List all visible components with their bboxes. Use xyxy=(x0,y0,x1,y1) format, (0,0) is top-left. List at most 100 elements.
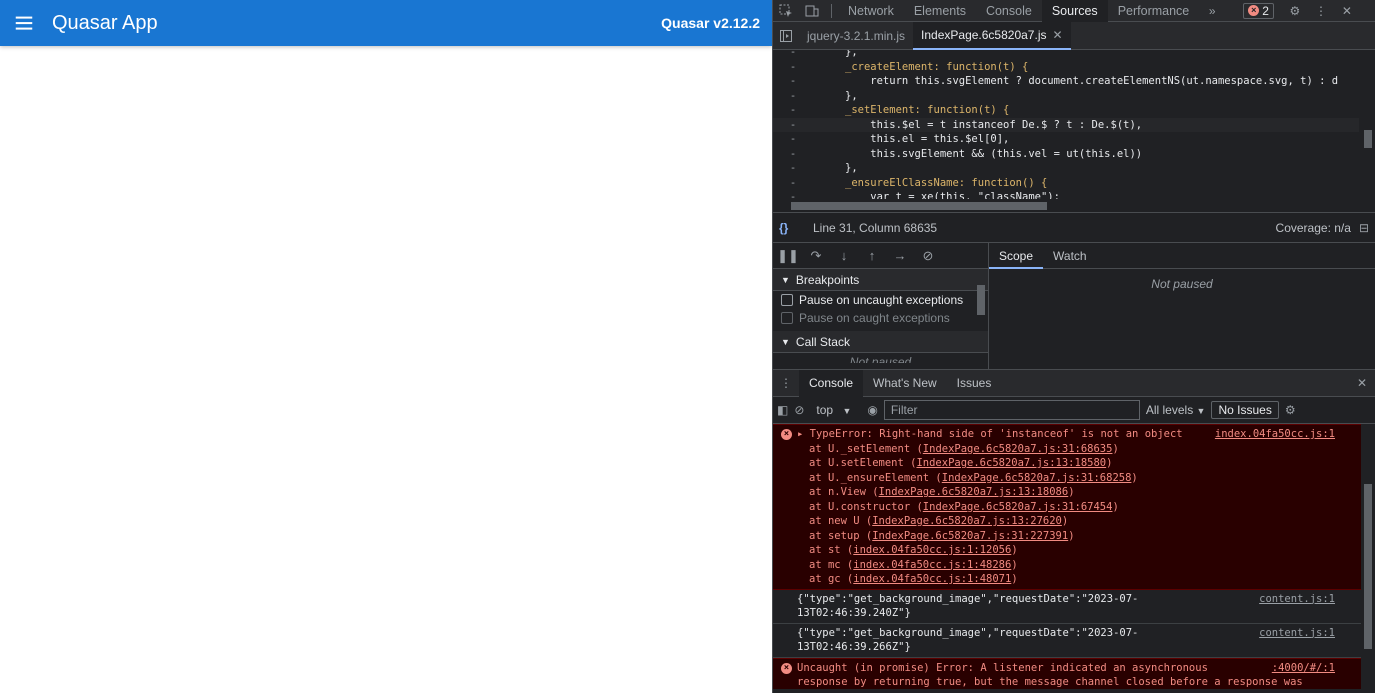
tab-performance[interactable]: Performance xyxy=(1108,0,1200,22)
drawer-menu-icon[interactable]: ⋮ xyxy=(773,372,799,394)
scrollbar-thumb[interactable] xyxy=(791,202,1047,210)
code-line: - _ensureElClassName: function() { xyxy=(789,176,1048,189)
stack-frame-link[interactable]: index.04fa50cc.js:1:12056 xyxy=(853,544,1011,556)
debugger-pane: ❚❚ ↷ ↓ ↑ → ⊘ ▼ Breakpoints Pause on unca… xyxy=(773,242,1375,370)
more-options-icon[interactable]: ⋮ xyxy=(1308,0,1334,22)
console-scrollbar[interactable] xyxy=(1361,424,1375,689)
tab-watch[interactable]: Watch xyxy=(1043,243,1097,269)
console-settings-gear-icon[interactable]: ⚙ xyxy=(1285,403,1296,417)
debugger-sidebar: ❚❚ ↷ ↓ ↑ → ⊘ ▼ Breakpoints Pause on unca… xyxy=(773,243,989,369)
console-log-message[interactable]: {"type":"get_background_image","requestD… xyxy=(773,590,1375,624)
toolbar-divider xyxy=(831,3,832,18)
close-devtools-icon[interactable]: ✕ xyxy=(1334,0,1360,22)
console-error-message[interactable]: × Uncaught (in promise) Error: A listene… xyxy=(773,657,1375,689)
stack-frame-link[interactable]: IndexPage.6c5820a7.js:13:18580 xyxy=(916,457,1106,469)
close-file-tab-icon[interactable]: ✕ xyxy=(1052,21,1062,49)
error-count-badge[interactable]: × 2 xyxy=(1243,2,1274,19)
error-source-link[interactable]: :4000/#/:1 xyxy=(1272,661,1335,676)
code-line: - this.svgElement && (this.vel = ut(this… xyxy=(789,147,1143,160)
stack-frame-function: at n.View ( xyxy=(809,486,879,498)
pause-caught-option[interactable]: Pause on caught exceptions xyxy=(773,309,988,327)
stack-frame-link[interactable]: IndexPage.6c5820a7.js:31:227391 xyxy=(872,530,1068,542)
stack-frame-link[interactable]: IndexPage.6c5820a7.js:31:68258 xyxy=(942,472,1132,484)
stack-frame-function: at U.setElement ( xyxy=(809,457,917,469)
console-sidebar-icon[interactable]: ◧ xyxy=(777,403,788,417)
code-editor[interactable]: -}, - _createElement: function(t) { - ret… xyxy=(773,50,1375,199)
scope-tabs: Scope Watch xyxy=(989,242,1375,269)
stack-frame: at mc (index.04fa50cc.js:1:48286) xyxy=(797,558,1359,573)
tab-sources[interactable]: Sources xyxy=(1041,0,1108,22)
drawer-tab-issues[interactable]: Issues xyxy=(947,370,1002,397)
call-stack-state: Not paused xyxy=(849,355,912,363)
file-tab-jquery[interactable]: jquery-3.2.1.min.js xyxy=(799,22,913,50)
tab-elements[interactable]: Elements xyxy=(904,0,976,22)
stack-frame: at gc (index.04fa50cc.js:1:48071) xyxy=(797,572,1359,587)
app-header: Quasar App Quasar v2.12.2 xyxy=(0,0,772,46)
stack-frame: at n.View (IndexPage.6c5820a7.js:13:1808… xyxy=(797,485,1359,500)
step-over-icon[interactable]: ↷ xyxy=(805,248,827,264)
pause-uncaught-option[interactable]: Pause on uncaught exceptions xyxy=(773,291,988,309)
log-source-link[interactable]: content.js:1 xyxy=(1259,592,1335,607)
tab-scope[interactable]: Scope xyxy=(989,242,1044,269)
toggle-navigator-icon[interactable] xyxy=(773,25,799,47)
editor-horizontal-scrollbar[interactable] xyxy=(773,199,1375,213)
context-selector[interactable]: top ▼ xyxy=(816,403,851,417)
pause-icon[interactable]: ❚❚ xyxy=(777,248,799,264)
device-toolbar-icon[interactable] xyxy=(799,0,825,22)
stack-frame-link[interactable]: IndexPage.6c5820a7.js:31:67454 xyxy=(923,501,1113,513)
console-filter-input[interactable] xyxy=(883,400,1140,420)
log-text-line: 13T02:46:39.240Z"} xyxy=(797,607,911,619)
console-log-message[interactable]: {"type":"get_background_image","requestD… xyxy=(773,624,1375,658)
tab-network[interactable]: Network xyxy=(838,0,904,22)
live-expression-eye-icon[interactable]: ◉ xyxy=(867,403,877,417)
close-drawer-icon[interactable]: ✕ xyxy=(1349,372,1375,394)
checkbox[interactable] xyxy=(781,294,793,306)
stack-frame-link[interactable]: IndexPage.6c5820a7.js:13:18086 xyxy=(879,486,1069,498)
file-tab-indexpage[interactable]: IndexPage.6c5820a7.js ✕ xyxy=(913,21,1071,50)
pretty-print-icon[interactable]: {} xyxy=(779,221,799,235)
devtools-toolbar: Network Elements Console Sources Perform… xyxy=(773,0,1375,22)
stack-frame: at new U (IndexPage.6c5820a7.js:13:27620… xyxy=(797,514,1359,529)
stack-frame-close: ) xyxy=(1068,486,1075,498)
more-tabs-chevron-icon[interactable]: » xyxy=(1199,0,1225,22)
editor-vertical-scrollbar[interactable] xyxy=(1361,50,1375,199)
debugger-controls: ❚❚ ↷ ↓ ↑ → ⊘ xyxy=(773,243,988,269)
drawer-tab-whats-new[interactable]: What's New xyxy=(863,370,947,397)
error-source-link[interactable]: index.04fa50cc.js:1 xyxy=(1215,427,1335,442)
checkbox[interactable] xyxy=(781,312,793,324)
call-stack-header[interactable]: ▼ Call Stack xyxy=(773,331,988,353)
stack-frame-close: ) xyxy=(1011,573,1018,585)
console-error-message[interactable]: × ▸ TypeError: Right-hand side of 'insta… xyxy=(773,424,1375,590)
issues-button[interactable]: No Issues xyxy=(1211,401,1279,419)
settings-gear-icon[interactable]: ⚙ xyxy=(1282,0,1308,22)
tab-console[interactable]: Console xyxy=(976,0,1042,22)
log-levels-dropdown[interactable]: All levels ▼ xyxy=(1146,403,1206,417)
step-out-icon[interactable]: ↑ xyxy=(861,248,883,263)
editor-status-bar: {} Line 31, Column 68635 Coverage: n/a ⊟ xyxy=(773,213,1375,243)
step-into-icon[interactable]: ↓ xyxy=(833,248,855,263)
scrollbar-thumb[interactable] xyxy=(1364,484,1372,649)
toggle-drawer-icon[interactable]: ⊟ xyxy=(1359,221,1369,235)
code-line: - _setElement: function(t) { xyxy=(789,104,1010,116)
breakpoints-header[interactable]: ▼ Breakpoints xyxy=(773,269,988,291)
log-source-link[interactable]: content.js:1 xyxy=(1259,626,1335,641)
stack-frame-function: at gc ( xyxy=(809,573,854,585)
menu-button[interactable] xyxy=(0,0,48,46)
deactivate-breakpoints-icon[interactable]: ⊘ xyxy=(917,248,939,264)
scrollbar-thumb[interactable] xyxy=(1364,130,1372,148)
stack-frame-link[interactable]: index.04fa50cc.js:1:48071 xyxy=(853,573,1011,585)
stack-frame-link[interactable]: index.04fa50cc.js:1:48286 xyxy=(853,559,1011,571)
scrollbar-thumb[interactable] xyxy=(977,285,985,315)
stack-frame-link[interactable]: IndexPage.6c5820a7.js:13:27620 xyxy=(872,515,1062,527)
step-icon[interactable]: → xyxy=(889,248,911,263)
stack-frame: at st (index.04fa50cc.js:1:12056) xyxy=(797,543,1359,558)
clear-console-icon[interactable]: ⊘ xyxy=(794,403,804,417)
app-title: Quasar App xyxy=(52,11,158,34)
expand-triangle-icon[interactable]: ▸ xyxy=(797,428,810,440)
stack-frame-link[interactable]: IndexPage.6c5820a7.js:31:68635 xyxy=(923,443,1113,455)
drawer-tab-console[interactable]: Console xyxy=(799,369,864,397)
inspect-element-icon[interactable] xyxy=(773,0,799,22)
sidebar-scrollbar[interactable] xyxy=(974,269,988,370)
stack-frame: at U._ensureElement (IndexPage.6c5820a7.… xyxy=(797,471,1359,486)
code-line: - _createElement: function(t) { xyxy=(789,60,1029,73)
